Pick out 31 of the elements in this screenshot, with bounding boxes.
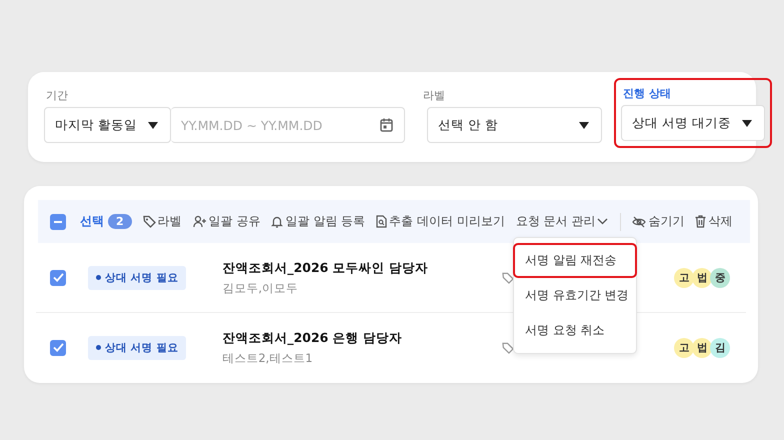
recipient-names: 테스트2,테스트1 bbox=[222, 350, 314, 366]
selected-count-badge: 2 bbox=[108, 214, 132, 229]
toolbar-button[interactable]: 삭제 bbox=[695, 213, 732, 230]
filter-label: 라벨 bbox=[422, 88, 446, 103]
menu-item[interactable]: 서명 알림 재전송 bbox=[513, 243, 637, 278]
status-badge: 상대 서명 필요 bbox=[88, 336, 186, 360]
dropdown-field[interactable]: 선택 안 함 bbox=[427, 107, 602, 143]
avatar: 법 bbox=[692, 338, 712, 358]
avatar: 중 bbox=[710, 268, 730, 288]
dropdown-field[interactable]: 마지막 활동일 bbox=[44, 107, 171, 143]
menu-item[interactable]: 서명 요청 취소 bbox=[513, 313, 637, 348]
menu-item[interactable]: 서명 유효기간 변경 bbox=[513, 278, 637, 313]
filter-label: 진행 상태 bbox=[622, 86, 672, 101]
document-title[interactable]: 잔액조회서_2026 은행 담당자 bbox=[222, 330, 502, 346]
filter-label: 기간 bbox=[45, 88, 69, 103]
toolbar-button[interactable]: 추출 데이터 미리보기 bbox=[376, 213, 505, 230]
avatar: 김 bbox=[710, 338, 730, 358]
toolbar-button[interactable]: 일괄 공유 bbox=[192, 213, 260, 230]
status-badge: 상대 서명 필요 bbox=[88, 266, 186, 290]
avatar: 고 bbox=[674, 338, 694, 358]
menu-button[interactable]: 요청 문서 관리 bbox=[516, 213, 608, 230]
toolbar-button[interactable]: 일괄 알림 등록 bbox=[271, 213, 366, 230]
date-range-field[interactable]: YY.MM.DD ~ YY.MM.DD bbox=[171, 107, 405, 143]
selected-label: 선택 bbox=[80, 213, 104, 230]
avatar: 고 bbox=[674, 268, 694, 288]
toolbar-button[interactable]: 라벨 bbox=[142, 213, 182, 230]
recipient-names: 김모두,이모두 bbox=[222, 280, 299, 296]
avatar: 법 bbox=[692, 268, 712, 288]
document-title[interactable]: 잔액조회서_2026 모두싸인 담당자 bbox=[222, 260, 502, 276]
dropdown-field[interactable]: 상대 서명 대기중 bbox=[621, 105, 765, 141]
toolbar-button[interactable]: 숨기기 bbox=[632, 213, 684, 230]
